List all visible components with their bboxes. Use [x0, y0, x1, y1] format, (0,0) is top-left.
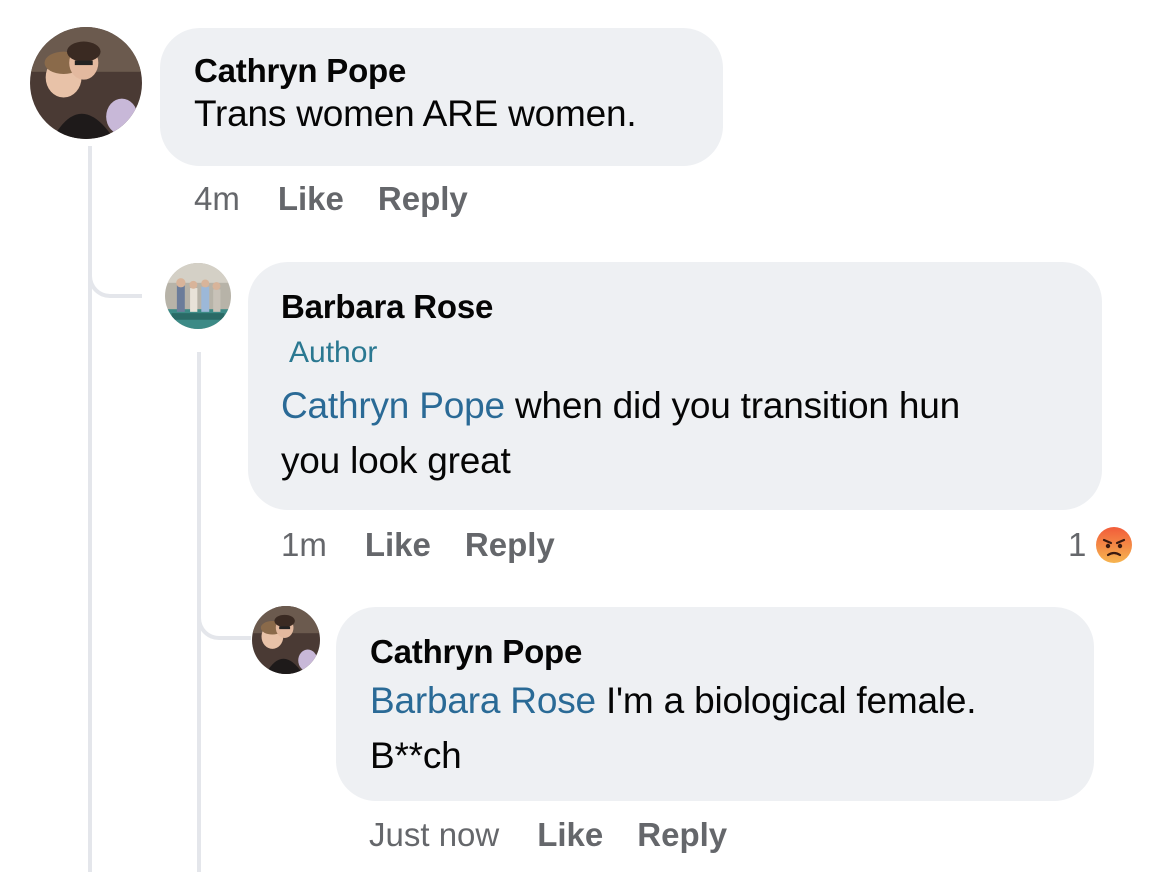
comment-body-line-2: you look great [281, 440, 511, 481]
comment-timestamp[interactable]: 4m [194, 180, 240, 217]
profile-photo-icon [165, 263, 231, 329]
comment-author-name[interactable]: Cathryn Pope [194, 52, 723, 90]
like-button[interactable]: Like [278, 180, 344, 217]
like-button[interactable]: Like [537, 816, 603, 853]
comment-body-line-1: I'm a biological female. [595, 680, 977, 721]
angry-emoji-icon [1096, 527, 1133, 563]
mention-link[interactable]: Barbara Rose [370, 680, 596, 721]
reply-button[interactable]: Reply [465, 526, 555, 563]
avatar-cathryn-pope[interactable] [252, 606, 320, 674]
author-badge: Author [289, 336, 378, 369]
comment-body-line-1: when did you transition hun [504, 385, 961, 426]
comment-text: Trans women ARE women. [194, 86, 723, 141]
like-button[interactable]: Like [365, 526, 431, 563]
comment-author-name[interactable]: Cathryn Pope [370, 633, 1094, 671]
reply-button[interactable]: Reply [378, 180, 468, 217]
comment-text: Cathryn Pope when did you transition hun… [281, 378, 1102, 488]
comment-timestamp[interactable]: 1m [281, 526, 327, 563]
comment-bubble-2: Barbara Rose Author Cathryn Pope when di… [248, 262, 1102, 510]
reaction-count: 1 [1068, 526, 1087, 563]
comment-bubble-3: Cathryn Pope Barbara Rose I'm a biologic… [336, 607, 1094, 801]
comment-text: Barbara Rose I'm a biological female. B*… [370, 673, 1094, 783]
avatar-barbara-rose[interactable] [165, 263, 231, 329]
comment-bubble-1: Cathryn Pope Trans women ARE women. [160, 28, 723, 166]
reply-button[interactable]: Reply [637, 816, 727, 853]
avatar-cathryn-pope[interactable] [30, 27, 142, 139]
comment-actions-3: Just now Like Reply [369, 816, 761, 854]
comment-body: Trans women ARE women. [194, 93, 637, 134]
comment-author-name[interactable]: Barbara Rose [281, 288, 1102, 326]
reaction-summary[interactable]: 1 [1068, 525, 1134, 565]
comment-actions-2: 1m Like Reply [281, 526, 589, 564]
thread-elbow-reply-1 [88, 250, 142, 298]
profile-photo-icon [252, 606, 320, 674]
thread-elbow-reply-2 [197, 592, 251, 640]
mention-link[interactable]: Cathryn Pope [281, 385, 505, 426]
comment-body-line-2: B**ch [370, 735, 462, 776]
profile-photo-icon [30, 27, 142, 139]
comment-actions-1: 4m Like Reply [194, 180, 502, 218]
comment-timestamp[interactable]: Just now [369, 816, 499, 853]
